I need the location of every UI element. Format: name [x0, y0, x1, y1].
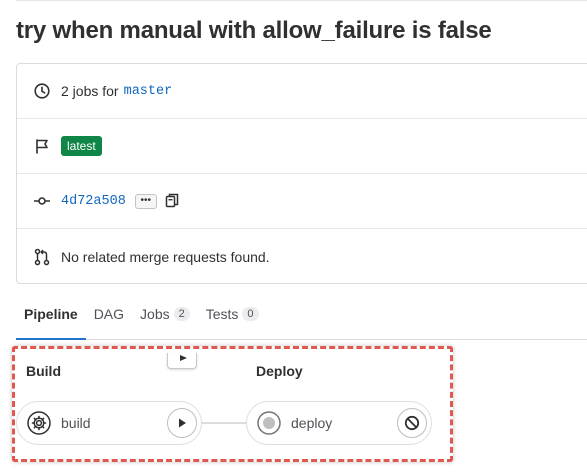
- jobs-count-text: 2 jobs for: [61, 83, 119, 99]
- commit-icon: [33, 192, 51, 210]
- job-deploy-name: deploy: [291, 415, 333, 431]
- job-build-name: build: [61, 415, 91, 431]
- stage-deploy-title: Deploy: [256, 363, 303, 379]
- merge-request-row: No related merge requests found.: [17, 229, 587, 284]
- page-title: try when manual with allow_failure is fa…: [16, 17, 492, 44]
- latest-badge: latest: [61, 136, 102, 156]
- badge-row: latest: [17, 119, 587, 174]
- tab-dag-label: DAG: [93, 306, 125, 322]
- cancel-icon[interactable]: [397, 408, 427, 438]
- expand-commit-button[interactable]: •••: [134, 193, 157, 209]
- clock-icon: [33, 82, 51, 100]
- jobs-count-badge: 2: [173, 307, 190, 321]
- pipeline-tabs: Pipeline DAG Jobs 2 Tests 0: [16, 290, 587, 340]
- gear-icon: [27, 411, 51, 435]
- branch-link[interactable]: master: [124, 84, 173, 99]
- tab-tests[interactable]: Tests 0: [198, 289, 267, 339]
- job-deploy[interactable]: deploy: [246, 401, 432, 445]
- tab-pipeline[interactable]: Pipeline: [16, 289, 86, 340]
- stage-connector: [201, 422, 247, 424]
- pipeline-info-card: 2 jobs for master latest 4d72a508 ••• No…: [16, 63, 587, 284]
- skipped-circle-icon: [257, 411, 281, 435]
- play-icon[interactable]: [167, 408, 197, 438]
- stage-build-title: Build: [26, 363, 61, 379]
- job-build[interactable]: build: [16, 401, 202, 445]
- commit-row: 4d72a508 •••: [17, 174, 587, 229]
- tab-pipeline-label: Pipeline: [24, 306, 78, 322]
- top-divider: [16, 0, 587, 1]
- commit-sha-link[interactable]: 4d72a508: [61, 194, 126, 209]
- copy-icon[interactable]: [165, 193, 179, 209]
- jobs-row: 2 jobs for master: [17, 64, 587, 119]
- tab-jobs[interactable]: Jobs 2: [132, 289, 198, 339]
- graph-corner-tab: [167, 353, 197, 369]
- tab-dag[interactable]: DAG: [86, 289, 132, 339]
- merge-request-icon: [33, 248, 51, 266]
- tab-tests-label: Tests: [205, 306, 239, 322]
- tests-count-badge: 0: [242, 307, 259, 321]
- tab-jobs-label: Jobs: [140, 306, 170, 322]
- flag-icon: [33, 137, 51, 155]
- merge-request-text: No related merge requests found.: [61, 248, 270, 265]
